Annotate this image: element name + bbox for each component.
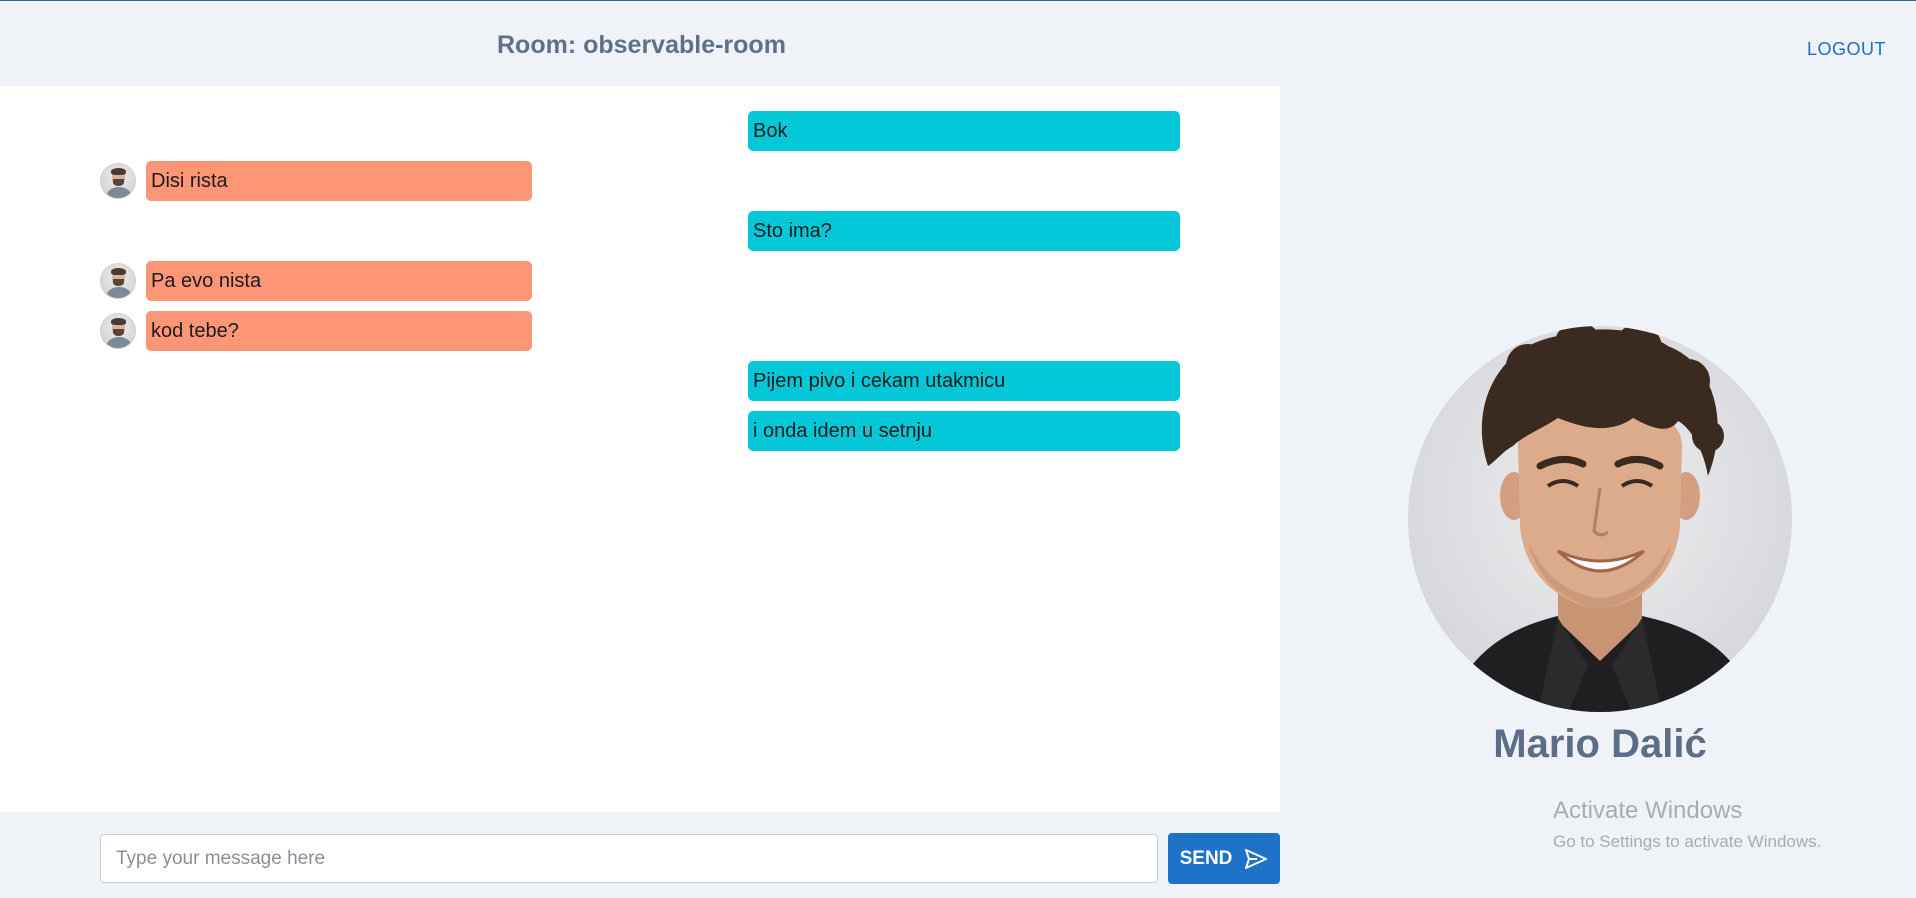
sender-avatar (100, 263, 136, 299)
send-button[interactable]: SEND (1168, 833, 1280, 884)
sender-avatar (100, 313, 136, 349)
room-title: Room: observable-room (497, 31, 786, 59)
profile-portrait-icon (1408, 326, 1792, 712)
message-sent: i onda idem u setnju (748, 411, 1180, 451)
send-button-label: SEND (1179, 847, 1233, 869)
message-sent: Sto ima? (748, 211, 1180, 251)
message-received: Pa evo nista (146, 261, 532, 301)
activation-watermark-title: Activate Windows (1553, 797, 1743, 824)
logout-button[interactable]: LOGOUT (1807, 39, 1886, 60)
message-received: kod tebe? (146, 311, 532, 351)
send-icon (1245, 848, 1268, 869)
message-received: Disi rista (146, 161, 532, 201)
message-input[interactable] (100, 834, 1158, 883)
message-list[interactable]: Bok Disi rista Sto ima? Pa evo nista kod… (0, 86, 1280, 812)
activation-watermark-subtitle: Go to Settings to activate Windows. (1553, 832, 1822, 851)
message-sent: Bok (748, 111, 1180, 151)
profile-name: Mario Dalić (1493, 722, 1707, 766)
profile-photo (1408, 326, 1792, 712)
sender-avatar (100, 163, 136, 199)
message-sent: Pijem pivo i cekam utakmicu (748, 361, 1180, 401)
header: Room: observable-room LOGOUT (0, 1, 1916, 86)
